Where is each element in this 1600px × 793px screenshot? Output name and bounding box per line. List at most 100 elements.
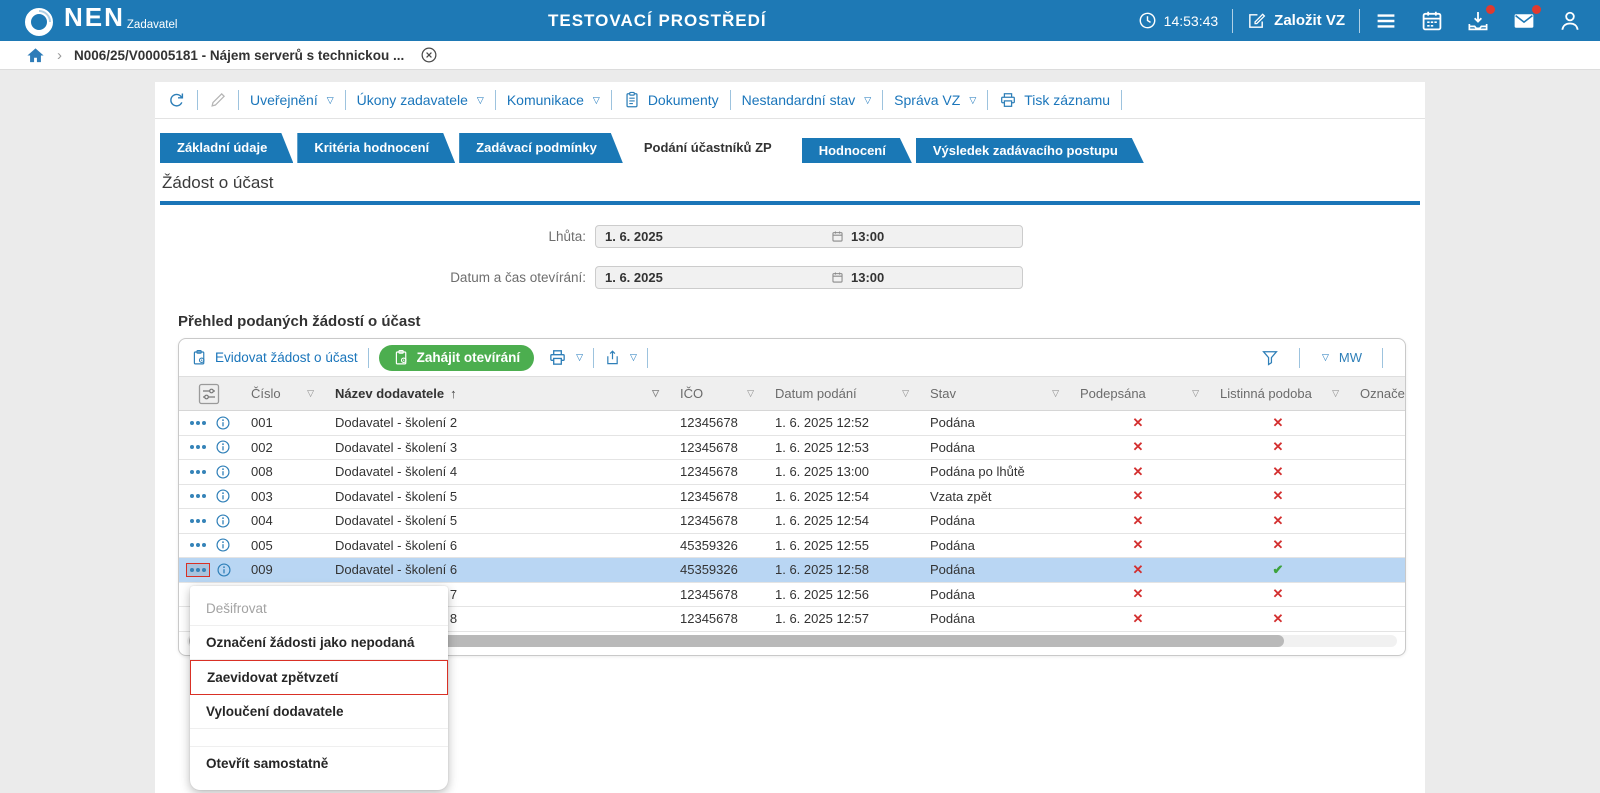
row-menu-button[interactable]: [187, 417, 209, 429]
nazev-cell: Dodavatel - školení 6: [335, 562, 458, 578]
table-row-5[interactable]: 005 Dodavatel - školení 6 45359326 1. 6. 20…: [179, 533, 1405, 558]
chevron-down-icon[interactable]: ▽: [1322, 352, 1329, 363]
tab-0[interactable]: Základní údaje: [160, 133, 293, 163]
info-icon[interactable]: [215, 488, 231, 504]
brand-name: NEN: [64, 2, 125, 32]
mw-view-button[interactable]: MW: [1339, 350, 1362, 365]
divider: [1298, 347, 1300, 368]
column-settings-header[interactable]: [179, 383, 239, 405]
tab-1[interactable]: Kritéria hodnocení: [297, 133, 455, 163]
podepsana-cell: ✕: [1068, 488, 1208, 504]
register-request-button[interactable]: Evidovat žádost o účast: [191, 349, 358, 366]
info-icon[interactable]: [215, 415, 231, 431]
context-menu-item-3[interactable]: Vyloučení dodavatele: [190, 695, 448, 729]
chevron-down-icon: ▽: [864, 94, 872, 105]
table-row-3[interactable]: 003 Dodavatel - školení 5 12345678 1. 6. 20…: [179, 484, 1405, 509]
printer-icon: [548, 348, 567, 367]
column-header-4[interactable]: Stav ▽: [918, 377, 1068, 410]
pencil-icon[interactable]: [209, 91, 227, 109]
row-menu-button[interactable]: [187, 515, 209, 527]
datum-cell: 1. 6. 2025 12:52: [775, 415, 869, 431]
tab-5[interactable]: Výsledek zadávacího postupu: [916, 138, 1144, 163]
ico-cell: 12345678: [680, 513, 738, 529]
listinna-cell: ✕: [1208, 513, 1348, 529]
info-icon[interactable]: [216, 562, 232, 578]
chevron-down-icon: ▽: [592, 94, 600, 105]
stav-cell: Vzata zpět: [930, 488, 992, 504]
share-icon: [604, 349, 621, 366]
column-header-5[interactable]: Podepsána ▽: [1068, 377, 1208, 410]
breadcrumb-record[interactable]: N006/25/V00005181 - Nájem serverů s tech…: [74, 48, 404, 63]
home-icon[interactable]: [26, 46, 45, 65]
cislo-cell: 005: [251, 537, 273, 553]
row-menu-button[interactable]: [186, 562, 210, 577]
column-header-2[interactable]: IČO ▽: [668, 377, 763, 410]
info-icon[interactable]: [215, 464, 231, 480]
action-bar-item-0[interactable]: Uveřejnění ▽: [250, 92, 334, 108]
export-grid-button[interactable]: ▽: [604, 349, 637, 366]
ico-cell: 12345678: [680, 488, 738, 504]
context-menu-item-2[interactable]: Zaevidovat zpětvzetí: [190, 660, 448, 695]
inbox-download-button[interactable]: [1466, 4, 1495, 33]
notification-badge: [1486, 4, 1495, 14]
column-header-0[interactable]: Číslo ▽: [239, 377, 323, 410]
tab-3[interactable]: Podání účastníků ZP: [627, 133, 798, 163]
column-header-7[interactable]: Označe: [1348, 377, 1405, 410]
filter-dropdown-icon[interactable]: ▽: [1332, 388, 1339, 399]
document-icon: [623, 91, 641, 109]
action-bar-item-6[interactable]: Tisk záznamu: [999, 91, 1110, 109]
column-header-1[interactable]: Název dodavatele ↑ ▽: [323, 377, 668, 410]
datetime-field[interactable]: 1. 6. 2025 13:00: [595, 266, 1023, 289]
filter-dropdown-icon[interactable]: ▽: [1192, 388, 1199, 399]
calendar-button[interactable]: [1420, 9, 1444, 33]
tab-2[interactable]: Zadávací podmínky: [459, 133, 623, 163]
table-row-6[interactable]: 009 Dodavatel - školení 6 45359326 1. 6. 20…: [179, 558, 1405, 583]
info-icon[interactable]: [215, 513, 231, 529]
filter-dropdown-icon[interactable]: ▽: [1052, 388, 1059, 399]
row-menu-button[interactable]: [187, 466, 209, 478]
column-header-6[interactable]: Listinná podoba ▽: [1208, 377, 1348, 410]
filter-dropdown-icon[interactable]: ▽: [652, 388, 659, 399]
context-menu-item-4[interactable]: Otevřít samostatně: [190, 747, 448, 780]
refresh-icon[interactable]: [167, 91, 186, 110]
action-bar-item-4[interactable]: Nestandardní stav ▽: [742, 92, 872, 108]
filter-dropdown-icon[interactable]: ▽: [307, 388, 314, 399]
cislo-cell: 003: [251, 488, 273, 504]
filter-dropdown-icon[interactable]: ▽: [902, 388, 909, 399]
action-bar-item-1[interactable]: Úkony zadavatele ▽: [357, 92, 484, 108]
info-icon[interactable]: [215, 439, 231, 455]
divider: [729, 90, 731, 110]
close-record-icon[interactable]: [420, 46, 438, 64]
action-bar-item-2[interactable]: Komunikace ▽: [507, 92, 600, 108]
table-row-0[interactable]: 001 Dodavatel - školení 2 12345678 1. 6. 20…: [179, 411, 1405, 436]
table-row-2[interactable]: 008 Dodavatel - školení 4 12345678 1. 6. 20…: [179, 460, 1405, 485]
date-value: 1. 6. 2025: [605, 270, 663, 285]
print-grid-button[interactable]: ▽: [548, 348, 583, 367]
cross-icon: ✕: [1132, 561, 1144, 577]
action-bar-item-5[interactable]: Správa VZ ▽: [894, 92, 976, 108]
table-row-4[interactable]: 004 Dodavatel - školení 5 12345678 1. 6. 20…: [179, 509, 1405, 534]
ico-cell: 45359326: [680, 537, 738, 553]
nazev-cell: Dodavatel - školení 5: [335, 488, 458, 504]
filter-dropdown-icon[interactable]: ▽: [747, 388, 754, 399]
stav-cell: Podána: [930, 439, 975, 455]
hamburger-button[interactable]: [1374, 9, 1398, 33]
context-menu-item-1[interactable]: Označení žádosti jako nepodaná: [190, 626, 448, 660]
start-opening-button[interactable]: Zahájit otevírání: [378, 344, 535, 371]
mail-button[interactable]: [1512, 4, 1541, 33]
cislo-cell: 002: [251, 439, 273, 455]
row-menu-button[interactable]: [187, 490, 209, 502]
nazev-cell: Dodavatel - školení 5: [335, 513, 458, 529]
row-menu-button[interactable]: [187, 441, 209, 453]
menu-gap: [190, 729, 448, 747]
info-icon[interactable]: [215, 537, 231, 553]
user-button[interactable]: [1558, 9, 1582, 33]
action-bar-item-3[interactable]: Dokumenty: [623, 91, 719, 109]
datetime-field[interactable]: 1. 6. 2025 13:00: [595, 225, 1023, 248]
table-row-1[interactable]: 002 Dodavatel - školení 3 12345678 1. 6. 20…: [179, 435, 1405, 460]
filter-icon[interactable]: [1261, 349, 1279, 367]
create-vz-button[interactable]: Založit VZ: [1247, 11, 1345, 30]
row-menu-button[interactable]: [187, 539, 209, 551]
tab-4[interactable]: Hodnocení: [802, 138, 912, 163]
column-header-3[interactable]: Datum podání ▽: [763, 377, 918, 410]
